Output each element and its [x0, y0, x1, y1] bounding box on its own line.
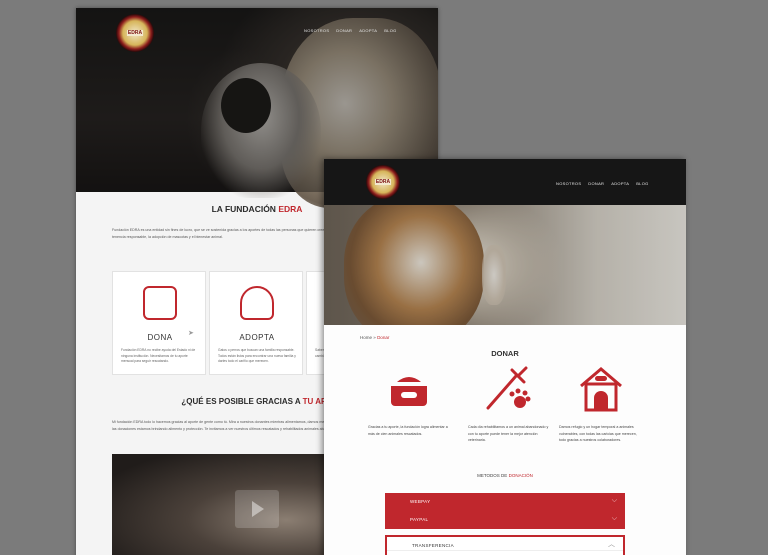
accordion-label: TRANSFERENCIA	[412, 543, 454, 548]
methods-prefix: METODOS DE	[477, 473, 508, 478]
header: EDRA NOSOTROS DONAR ADOPTA BLOG	[324, 159, 686, 205]
main-nav: NOSOTROS DONAR ADOPTA BLOG	[304, 28, 397, 33]
logo[interactable]: EDRA	[366, 165, 400, 199]
main-nav: NOSOTROS DONAR ADOPTA BLOG	[556, 181, 649, 186]
donar-page-screenshot: EDRA NOSOTROS DONAR ADOPTA BLOG Home » D…	[324, 159, 686, 555]
feature-text-food: Gracias a tu aporte, la fundación logra …	[368, 425, 448, 436]
title-prefix: LA FUNDACIÓN	[211, 204, 276, 214]
feature-text-vet: Cada día rehabilitamos a un animal aband…	[468, 425, 549, 442]
nav-donar[interactable]: DONAR	[336, 28, 352, 33]
nav-nosotros[interactable]: NOSOTROS	[556, 181, 581, 186]
hero-shade	[324, 205, 686, 325]
logo-text: EDRA	[374, 179, 392, 185]
card-text: Fundación EDRA no recibe ayuda del Estad…	[121, 348, 196, 363]
vaccine-paw-icon	[486, 366, 531, 410]
money-paw-icon	[143, 286, 177, 320]
breadcrumb-current: Donar	[377, 335, 390, 340]
play-icon[interactable]	[235, 490, 279, 528]
card-text: Gatos o perros que buscan una familia re…	[218, 348, 296, 363]
chevron-down-icon[interactable]: ⌵	[612, 497, 617, 504]
chevron-up-icon[interactable]: ︿	[608, 541, 615, 548]
person-pet-icon	[240, 286, 274, 320]
feature-text-shelter: Damos refugio y un hogar temporal a anim…	[559, 425, 637, 442]
accordion-paypal[interactable]: PAYPAL ⌵	[385, 511, 625, 529]
methods-highlight: DONACIÓN	[508, 473, 533, 478]
breadcrumb-home[interactable]: Home	[360, 335, 372, 340]
question-prefix: ¿QUÉ ES POSIBLE GRACIAS A	[181, 397, 301, 406]
nav-blog[interactable]: BLOG	[636, 181, 648, 186]
nav-nosotros[interactable]: NOSOTROS	[304, 28, 329, 33]
mouse-cursor-icon: ➤	[188, 330, 194, 337]
chevron-down-icon[interactable]: ⌵	[612, 515, 617, 522]
logo[interactable]: EDRA	[116, 14, 154, 52]
food-bowl-icon	[391, 377, 427, 406]
card-adopta[interactable]: ADOPTA Gatos o perros que buscan una fam…	[209, 271, 303, 375]
breadcrumb-sep: »	[373, 335, 376, 340]
hero-image-dog-paw	[324, 205, 686, 325]
accordion-transferencia[interactable]: TRANSFERENCIA ︿	[385, 535, 625, 555]
methods-title: METODOS DE DONACIÓN	[324, 473, 686, 478]
title-highlight: EDRA	[278, 204, 303, 214]
accordion-label: PAYPAL	[410, 517, 429, 522]
card-dona[interactable]: DONA Fundación EDRA no recibe ayuda del …	[112, 271, 206, 375]
logo-text: EDRA	[126, 30, 144, 36]
card-title: ADOPTA	[239, 333, 275, 342]
nav-blog[interactable]: BLOG	[384, 28, 396, 33]
page-title: DONAR	[491, 349, 519, 358]
nav-adopta[interactable]: ADOPTA	[611, 181, 629, 186]
accordion-label: WEBPAY	[410, 499, 431, 504]
breadcrumb: Home » Donar	[360, 335, 389, 340]
dog-house-icon	[580, 367, 622, 412]
nav-donar[interactable]: DONAR	[588, 181, 604, 186]
nav-adopta[interactable]: ADOPTA	[359, 28, 377, 33]
accordion-webpay[interactable]: WEBPAY ⌵	[385, 493, 625, 511]
